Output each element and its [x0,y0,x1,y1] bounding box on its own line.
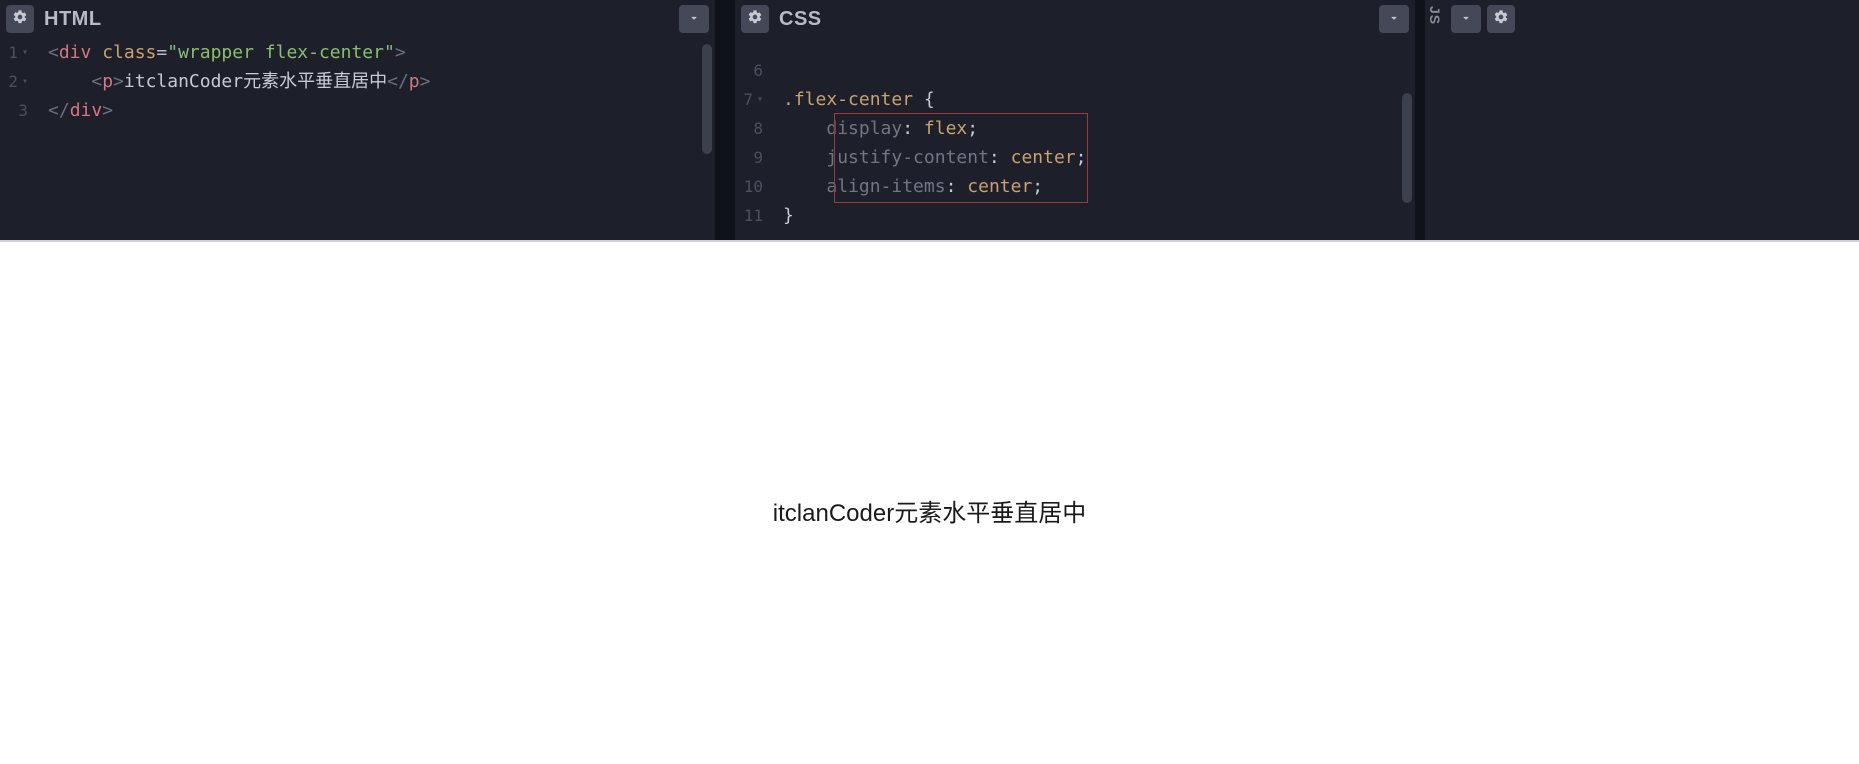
code-text: .flex-center { [773,85,935,114]
html-settings-button[interactable] [6,5,34,33]
line-number: 9 [735,143,773,172]
js-expand-button[interactable] [1451,5,1481,33]
css-panel: CSS 6 7▾ .flex-center { 8 [735,0,1415,240]
code-text: justify-content: center; [773,143,1086,172]
line-number: 11 [735,201,773,230]
css-panel-title: CSS [779,8,822,31]
line-number: 6 [735,56,773,85]
html-collapse-button[interactable] [679,5,709,33]
css-editor[interactable]: 6 7▾ .flex-center { 8 display: flex; 9 j… [735,38,1415,240]
preview-text: itclanCoder元素水平垂直居中 [773,493,1086,528]
line-number: 10 [735,172,773,201]
panel-divider[interactable] [0,240,1859,256]
editor-panels-row: HTML 1▾ <div class="wrapper flex-center"… [0,0,1859,240]
gear-icon [747,9,763,29]
js-panel-collapsed[interactable]: JS [1425,0,1445,240]
code-text: align-items: center; [773,172,1043,201]
css-collapse-button[interactable] [1379,5,1409,33]
line-number: 3 [0,96,38,125]
code-text: } [773,201,794,230]
chevron-down-icon [1459,10,1473,29]
preview-pane: itclanCoder元素水平垂直居中 [0,256,1859,764]
css-settings-button[interactable] [741,5,769,33]
gear-icon [12,9,28,29]
scrollbar[interactable] [1402,93,1412,203]
code-text: </div> [38,96,113,125]
chevron-down-icon [1387,10,1401,29]
gear-icon [1493,9,1509,29]
js-settings-button[interactable] [1487,5,1515,33]
line-number: 8 [735,114,773,143]
line-number: 7▾ [735,85,773,114]
code-text: <p>itclanCoder元素水平垂直居中</p> [38,67,430,96]
right-controls [1445,0,1859,240]
html-panel: HTML 1▾ <div class="wrapper flex-center"… [0,0,715,240]
css-panel-header: CSS [735,0,1415,38]
html-panel-title: HTML [44,8,102,31]
scrollbar[interactable] [702,44,712,154]
chevron-down-icon [687,10,701,29]
html-panel-header: HTML [0,0,715,38]
js-panel-label: JS [1427,6,1443,25]
html-editor[interactable]: 1▾ <div class="wrapper flex-center"> 2▾ … [0,38,715,240]
line-number: 1▾ [0,38,38,67]
line-number: 2▾ [0,67,38,96]
code-text: <div class="wrapper flex-center"> [38,38,406,67]
code-text: display: flex; [773,114,978,143]
